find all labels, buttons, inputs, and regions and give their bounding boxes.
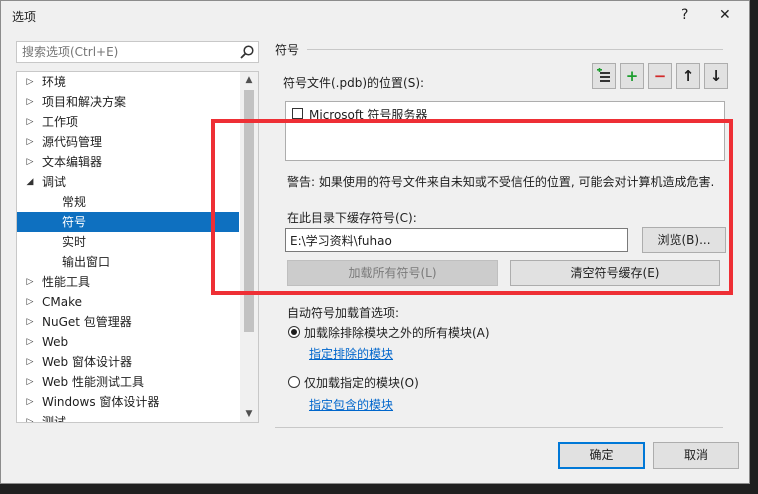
chevron-right-icon[interactable]: ▷: [25, 72, 35, 92]
new-location-button[interactable]: [592, 63, 616, 89]
scroll-up-icon[interactable]: ▲: [240, 72, 258, 88]
add-icon: +: [625, 67, 639, 85]
chevron-right-icon[interactable]: ▷: [25, 152, 35, 172]
chevron-right-icon[interactable]: ▷: [25, 332, 35, 352]
options-dialog: 选项 ? ✕ ▷环境▷项目和解决方案▷工作项▷源代码管理▷文本编辑器◢调试常规符…: [0, 0, 750, 484]
tree-item-label: 调试: [42, 175, 67, 189]
excluded-modules-link[interactable]: 指定排除的模块: [309, 345, 393, 362]
tree-item-label: NuGet 包管理器: [42, 315, 132, 329]
tree-item[interactable]: ▷ CMake: [17, 292, 239, 312]
scroll-thumb[interactable]: [244, 90, 254, 332]
load-all-modules-label[interactable]: 加载除排除模块之外的所有模块(A): [304, 324, 490, 341]
chevron-right-icon[interactable]: ▷: [25, 412, 35, 422]
options-tree: ▷ 环境 ▷ 项目和解决方案 ▷ 工作项 ▷ 源代码管理 ▷ 文本编辑器 ◢ 调试常规符号实时输出窗口…: [16, 71, 259, 423]
load-specified-modules-radio[interactable]: [288, 376, 300, 388]
included-modules-link[interactable]: 指定包含的模块: [309, 396, 393, 413]
tree-item-label: 实时: [62, 235, 87, 249]
tree-item-label: 工作项: [42, 115, 79, 129]
list-item[interactable]: Microsoft 符号服务器: [288, 104, 434, 123]
cancel-button[interactable]: 取消: [653, 442, 739, 469]
tree-item[interactable]: ▷ 测试: [17, 412, 239, 423]
chevron-right-icon[interactable]: ▷: [25, 392, 35, 412]
server-label: Microsoft 符号服务器: [309, 108, 428, 122]
tree-item[interactable]: ▷ 文本编辑器: [17, 152, 239, 172]
load-all-symbols-button[interactable]: 加载所有符号(L): [287, 260, 498, 286]
browse-button[interactable]: 浏览(B)...: [642, 227, 726, 253]
chevron-right-icon[interactable]: ▷: [25, 92, 35, 112]
tree-item[interactable]: 输出窗口: [17, 252, 239, 272]
tree-item[interactable]: ◢ 调试: [17, 172, 239, 192]
symbol-locations-list[interactable]: Microsoft 符号服务器: [285, 101, 725, 161]
footer-divider: [275, 427, 723, 428]
move-down-button[interactable]: ↓: [704, 63, 728, 89]
cache-path-input[interactable]: [285, 228, 628, 252]
arrow-down-icon: ↓: [709, 67, 723, 85]
search-input[interactable]: [17, 42, 242, 62]
tree-item[interactable]: ▷ 工作项: [17, 112, 239, 132]
tree-item-label: 测试: [42, 415, 67, 423]
remove-icon: −: [653, 67, 667, 85]
tree-item[interactable]: ▷ 环境: [17, 72, 239, 92]
move-up-button[interactable]: ↑: [676, 63, 700, 89]
chevron-right-icon[interactable]: ▷: [25, 112, 35, 132]
tree-item-label: 项目和解决方案: [42, 95, 127, 109]
tree-item[interactable]: ▷ Windows 窗体设计器: [17, 392, 239, 412]
arrow-up-icon: ↑: [681, 67, 695, 85]
tree-item-label: 文本编辑器: [42, 155, 103, 169]
add-location-button[interactable]: +: [620, 63, 644, 89]
load-all-modules-radio[interactable]: [288, 326, 300, 338]
tree-item[interactable]: ▷ Web: [17, 332, 239, 352]
clear-cache-button[interactable]: 清空符号缓存(E): [510, 260, 720, 286]
new-location-icon: [597, 68, 610, 82]
tree-item-label: 符号: [62, 215, 87, 229]
tree-item[interactable]: ▷ Web 性能测试工具: [17, 372, 239, 392]
options-search: [16, 41, 259, 63]
tree-item[interactable]: ▷ Web 窗体设计器: [17, 352, 239, 372]
cache-directory-label: 在此目录下缓存符号(C):: [287, 211, 417, 225]
help-button[interactable]: ?: [681, 7, 688, 23]
tree-item-label: Windows 窗体设计器: [42, 395, 160, 409]
chevron-right-icon[interactable]: ▷: [25, 272, 35, 292]
tree-item[interactable]: ▷ 性能工具: [17, 272, 239, 292]
chevron-down-icon[interactable]: ◢: [25, 172, 35, 192]
scroll-down-icon[interactable]: ▼: [240, 406, 258, 422]
tree-item-label: Web: [42, 335, 69, 349]
title-bar: 选项 ? ✕: [1, 1, 749, 31]
search-icon[interactable]: [239, 44, 255, 60]
tree-list: ▷ 环境 ▷ 项目和解决方案 ▷ 工作项 ▷ 源代码管理 ▷ 文本编辑器 ◢ 调试常规符号实时输出窗口…: [17, 72, 239, 423]
tree-item-label: 输出窗口: [62, 255, 111, 269]
chevron-right-icon[interactable]: ▷: [25, 312, 35, 332]
close-button[interactable]: ✕: [719, 7, 731, 23]
dialog-title: 选项: [12, 10, 37, 24]
ok-button[interactable]: 确定: [558, 442, 645, 469]
tree-item[interactable]: ▷ NuGet 包管理器: [17, 312, 239, 332]
chevron-right-icon[interactable]: ▷: [25, 292, 35, 312]
remove-location-button[interactable]: −: [648, 63, 672, 89]
tree-item[interactable]: 常规: [17, 192, 239, 212]
tree-item-label: 源代码管理: [42, 135, 103, 149]
editor-background-right: [750, 0, 758, 494]
warning-text: 警告: 如果使用的符号文件来自未知或不受信任的位置, 可能会对计算机造成危害.: [287, 175, 715, 189]
chevron-right-icon[interactable]: ▷: [25, 132, 35, 152]
server-checkbox[interactable]: [292, 108, 303, 119]
symbol-locations-label: 符号文件(.pdb)的位置(S):: [283, 76, 425, 90]
editor-background-bottom: [0, 484, 758, 494]
tree-item-label: 性能工具: [42, 275, 91, 289]
chevron-right-icon[interactable]: ▷: [25, 372, 35, 392]
tree-item[interactable]: ▷ 源代码管理: [17, 132, 239, 152]
tree-item-label: Web 窗体设计器: [42, 355, 132, 369]
tree-item-label: 常规: [62, 195, 87, 209]
section-divider: [307, 49, 723, 50]
tree-item[interactable]: 实时: [17, 232, 239, 252]
tree-item[interactable]: 符号: [17, 212, 239, 232]
tree-item-label: Web 性能测试工具: [42, 375, 144, 389]
tree-item-label: 环境: [42, 75, 67, 89]
chevron-right-icon[interactable]: ▷: [25, 352, 35, 372]
tree-scrollbar[interactable]: ▲ ▼: [240, 72, 258, 422]
tree-item[interactable]: ▷ 项目和解决方案: [17, 92, 239, 112]
tree-item-label: CMake: [42, 295, 82, 309]
load-specified-modules-label[interactable]: 仅加载指定的模块(O): [304, 374, 419, 391]
auto-load-label: 自动符号加载首选项:: [287, 306, 400, 320]
page-title: 符号: [275, 43, 300, 57]
